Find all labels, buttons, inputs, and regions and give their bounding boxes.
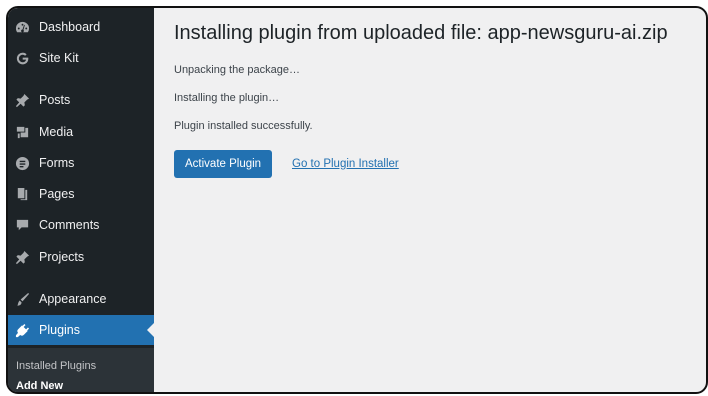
sidebar-item-label: Posts (39, 93, 71, 107)
status-message-unpacking: Unpacking the package… (174, 64, 300, 76)
sidebar-item-label: Plugins (39, 323, 80, 337)
page-title: Installing plugin from uploaded file: ap… (174, 22, 668, 44)
plugins-submenu: Installed Plugins Add New (8, 348, 154, 392)
submenu-item-add-new[interactable]: Add New (16, 380, 63, 392)
brush-icon (14, 291, 30, 307)
sidebar-item-forms[interactable]: Forms (8, 148, 154, 178)
status-message-installing: Installing the plugin… (174, 92, 280, 104)
admin-sidebar: Dashboard Site Kit Posts Media Forms Pag… (8, 8, 154, 392)
comment-icon (14, 217, 30, 233)
sidebar-item-label: Pages (39, 187, 75, 201)
pin-icon (14, 92, 30, 108)
sidebar-item-label: Forms (39, 156, 75, 170)
sidebar-item-pages[interactable]: Pages (8, 179, 154, 209)
dashboard-icon (14, 19, 30, 35)
status-message-success: Plugin installed successfully. (174, 120, 313, 132)
sidebar-item-projects[interactable]: Projects (8, 242, 154, 272)
sidebar-item-label: Media (39, 125, 74, 139)
plug-icon (14, 322, 30, 338)
pin-icon (14, 249, 30, 265)
sidebar-item-label: Appearance (39, 292, 107, 306)
sidebar-item-label: Site Kit (39, 51, 79, 65)
sidebar-item-plugins[interactable]: Plugins (8, 315, 154, 345)
sidebar-item-label: Comments (39, 218, 100, 232)
main-content: Installing plugin from uploaded file: ap… (154, 8, 706, 392)
sidebar-item-label: Dashboard (39, 20, 101, 34)
google-g-icon (14, 50, 30, 66)
forms-icon (14, 155, 30, 171)
sidebar-item-dashboard[interactable]: Dashboard (8, 12, 154, 42)
sidebar-item-label: Projects (39, 250, 85, 264)
sidebar-item-posts[interactable]: Posts (8, 85, 154, 115)
sidebar-item-media[interactable]: Media (8, 117, 154, 147)
active-menu-arrow (147, 323, 154, 337)
pages-icon (14, 186, 30, 202)
sidebar-item-appearance[interactable]: Appearance (8, 284, 154, 314)
browser-frame: Dashboard Site Kit Posts Media Forms Pag… (6, 6, 708, 394)
sidebar-item-site-kit[interactable]: Site Kit (8, 43, 154, 73)
activate-plugin-button[interactable]: Activate Plugin (174, 150, 273, 178)
go-to-plugin-installer-link[interactable]: Go to Plugin Installer (292, 158, 399, 170)
media-icon (14, 124, 30, 140)
submenu-item-installed-plugins[interactable]: Installed Plugins (16, 360, 96, 372)
sidebar-item-comments[interactable]: Comments (8, 210, 154, 240)
